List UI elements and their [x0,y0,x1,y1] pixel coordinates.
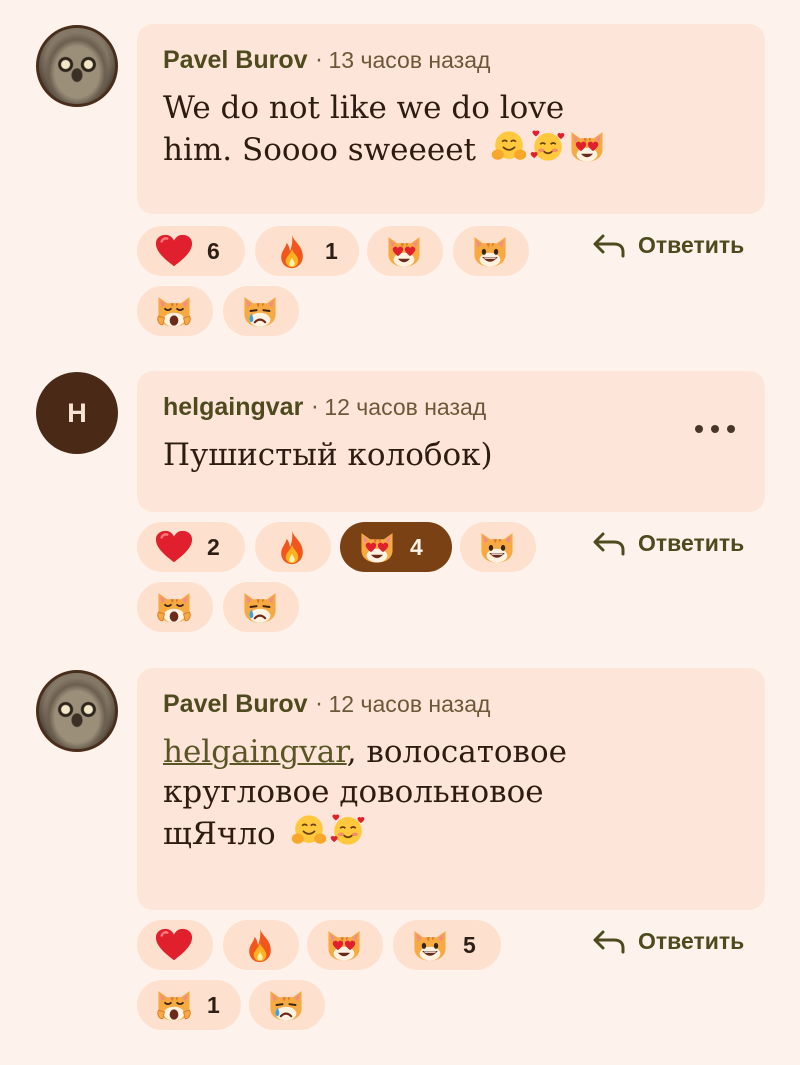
grinning-cat-icon [478,529,516,565]
reply-label: Ответить [638,232,745,258]
user-mention-link[interactable]: helgaingvar [163,734,347,770]
inline-emojis [290,812,367,848]
red-heart-icon [155,927,193,963]
reply-button[interactable]: Ответить [592,232,744,259]
heart-eyes-cat-icon [568,128,606,164]
hugging-face-icon [290,812,328,848]
reaction-count: 2 [207,533,220,560]
reply-arrow-icon [592,929,626,955]
weary-cat-icon [155,293,193,329]
grinning-cat-icon [471,233,509,269]
comment-text: We do not like we do love him. Soooo swe… [163,88,633,170]
comment-text: helgaingvar, волосатовое кругловое довол… [163,732,623,854]
reaction-fire[interactable]: 1 [255,226,359,276]
reaction-crying-cat[interactable] [223,286,299,336]
avatar-initial: H [67,397,87,428]
reply-arrow-icon [592,531,626,557]
reaction-grinning-cat[interactable] [453,226,529,276]
weary-cat-icon [155,987,193,1023]
reaction-weary-cat[interactable]: 1 [137,980,241,1030]
meta-separator: · [315,693,323,718]
meta-separator: · [311,396,319,421]
comment-bubble: Pavel Burov · 13 часов назад We do not l… [137,24,765,214]
reaction-count: 4 [410,533,423,560]
red-heart-icon [155,529,193,565]
avatar[interactable]: H [36,372,118,454]
reaction-fire[interactable] [255,522,331,572]
crying-cat-icon [267,987,305,1023]
pallas-cat-avatar[interactable] [36,670,118,752]
weary-cat-icon [155,589,193,625]
fire-icon [273,233,311,269]
more-options-icon[interactable] [695,419,735,439]
reaction-count: 6 [207,237,220,264]
fire-icon [273,529,311,565]
reaction-weary-cat[interactable] [137,582,213,632]
comment-bubble: helgaingvar · 12 часов назад Пушистый ко… [137,371,765,512]
reaction-fire[interactable] [223,920,299,970]
comment-meta: Pavel Burov · 13 часов назад [163,46,739,80]
reaction-heart-eyes-cat-selected[interactable]: 4 [340,522,452,572]
timestamp: 13 часов назад [328,47,491,73]
comment-meta: helgaingvar · 12 часов назад [163,393,739,427]
timestamp: 12 часов назад [328,691,491,717]
reply-label: Ответить [638,530,745,556]
author-name[interactable]: Pavel Burov [163,690,308,719]
reply-label: Ответить [638,928,745,954]
smiling-face-with-hearts-icon [329,812,367,848]
comment-bubble: Pavel Burov · 12 часов назад helgaingvar… [137,668,765,910]
timestamp: 12 часов назад [324,394,487,420]
reaction-weary-cat[interactable] [137,286,213,336]
reaction-count: 5 [463,931,476,958]
reply-button[interactable]: Ответить [592,530,744,557]
reaction-heart-eyes-cat[interactable] [367,226,443,276]
reaction-count: 1 [207,991,220,1018]
reaction-red-heart[interactable] [137,920,213,970]
heart-eyes-cat-icon [385,233,423,269]
red-heart-icon [155,233,193,269]
reaction-crying-cat[interactable] [223,582,299,632]
reaction-crying-cat[interactable] [249,980,325,1030]
grinning-cat-icon [411,927,449,963]
reply-arrow-icon [592,233,626,259]
author-name[interactable]: helgaingvar [163,393,303,422]
crying-cat-icon [241,293,279,329]
comment-meta: Pavel Burov · 12 часов назад [163,690,739,724]
reaction-heart-eyes-cat[interactable] [307,920,383,970]
reply-button[interactable]: Ответить [592,928,744,955]
heart-eyes-cat-icon [358,529,396,565]
smiling-face-with-hearts-icon [529,128,567,164]
reaction-red-heart[interactable]: 6 [137,226,245,276]
hugging-face-icon [490,128,528,164]
comment-text: Пушистый колобок) [163,437,493,473]
fire-icon [241,927,279,963]
inline-emojis [490,128,606,164]
reaction-grinning-cat[interactable]: 5 [393,920,501,970]
author-name[interactable]: Pavel Burov [163,46,308,75]
crying-cat-icon [241,589,279,625]
pallas-cat-avatar[interactable] [36,25,118,107]
meta-separator: · [315,49,323,74]
reaction-red-heart[interactable]: 2 [137,522,245,572]
reaction-grinning-cat[interactable] [460,522,536,572]
reaction-count: 1 [325,237,338,264]
heart-eyes-cat-icon [325,927,363,963]
